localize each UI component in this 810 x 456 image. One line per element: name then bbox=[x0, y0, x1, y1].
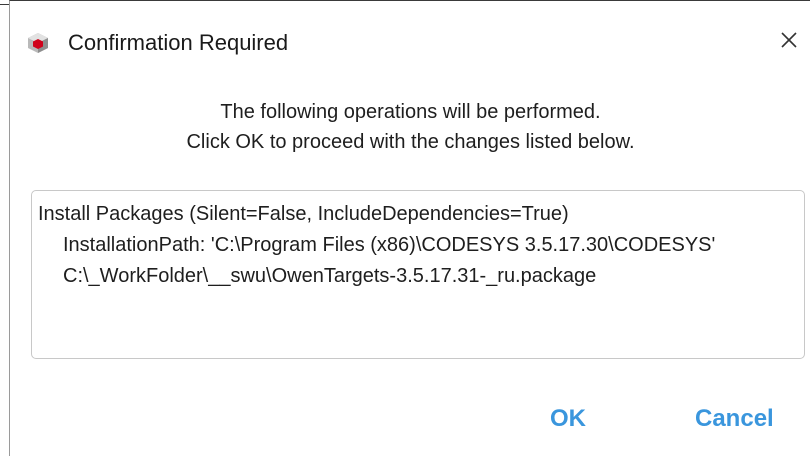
close-icon bbox=[780, 31, 798, 54]
codesys-cube-icon bbox=[26, 31, 50, 55]
change-package-file: C:\_WorkFolder\__swu\OwenTargets-3.5.17.… bbox=[63, 265, 597, 287]
change-installation-path: InstallationPath: 'C:\Program Files (x86… bbox=[63, 234, 716, 256]
changes-list[interactable]: Install Packages (Silent=False, IncludeD… bbox=[31, 190, 805, 359]
message-line: The following operations will be perform… bbox=[220, 101, 601, 123]
dialog-title: Confirmation Required bbox=[68, 30, 289, 55]
message-line: Click OK to proceed with the changes lis… bbox=[186, 131, 635, 153]
title-bar[interactable]: Confirmation Required bbox=[10, 1, 810, 75]
ok-button[interactable]: OK bbox=[550, 405, 586, 433]
close-button[interactable] bbox=[768, 21, 810, 63]
change-operation: Install Packages (Silent=False, IncludeD… bbox=[38, 203, 569, 225]
cancel-button[interactable]: Cancel bbox=[695, 405, 774, 433]
confirmation-message: The following operations will be perform… bbox=[10, 97, 810, 157]
confirmation-dialog: Confirmation Required The following oper… bbox=[9, 0, 810, 456]
